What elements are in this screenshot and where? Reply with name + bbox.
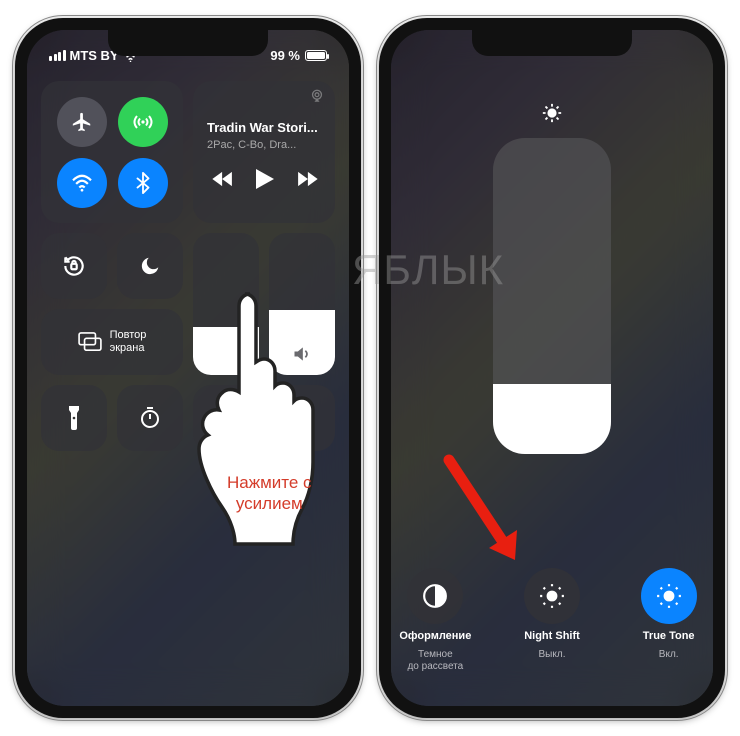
brightness-slider[interactable] — [193, 233, 259, 375]
flashlight-icon — [67, 406, 81, 430]
cc-grid: Tradin War Stori... 2Pac, C-Bo, Dra... — [27, 69, 349, 463]
truetone-label: True Tone — [643, 630, 695, 643]
orientation-lock-toggle[interactable] — [41, 233, 107, 299]
press-hint: Нажмите сусилием — [227, 472, 312, 515]
notch — [472, 30, 632, 56]
bluetooth-toggle[interactable] — [118, 158, 168, 208]
mirror-line2: экрана — [110, 342, 147, 355]
camera-button[interactable] — [269, 385, 335, 451]
display-options: Оформление Темноедо рассвета Night Shift… — [391, 568, 713, 672]
airplane-icon — [71, 111, 93, 133]
calculator-button[interactable] — [193, 385, 259, 451]
next-track-icon[interactable] — [296, 171, 318, 187]
music-subtitle: 2Pac, C-Bo, Dra... — [207, 139, 323, 151]
sun-icon — [541, 102, 563, 124]
dnd-toggle[interactable] — [117, 233, 183, 299]
rotation-lock-icon — [61, 253, 87, 279]
mirror-icon — [78, 332, 102, 352]
calculator-icon — [217, 406, 235, 430]
prev-track-icon[interactable] — [212, 171, 234, 187]
camera-icon — [289, 408, 315, 428]
connectivity-module — [41, 81, 183, 223]
truetone-icon — [656, 583, 682, 609]
volume-slider[interactable] — [269, 233, 335, 375]
cellular-toggle[interactable] — [118, 97, 168, 147]
screen-mirroring-button[interactable]: Повтор экрана — [41, 309, 183, 375]
control-center: MTS BY 99 % — [27, 30, 349, 706]
notch — [108, 30, 268, 56]
right-screen: Оформление Темноедо рассвета Night Shift… — [391, 30, 713, 706]
music-module[interactable]: Tradin War Stori... 2Pac, C-Bo, Dra... — [193, 81, 335, 223]
music-title: Tradin War Stori... — [207, 120, 323, 135]
volume-icon — [292, 345, 312, 363]
red-arrow-icon — [439, 454, 529, 574]
battery-pct: 99 % — [270, 48, 300, 63]
left-screen: MTS BY 99 % — [27, 30, 349, 706]
airplane-toggle[interactable] — [57, 97, 107, 147]
wifi-icon — [71, 174, 93, 192]
nightshift-sub: Выкл. — [539, 649, 566, 661]
appearance-sub: Темноедо рассвета — [407, 649, 463, 672]
phones-row: MTS BY 99 % — [0, 0, 740, 736]
nightshift-label: Night Shift — [524, 630, 580, 643]
truetone-toggle[interactable] — [641, 568, 697, 624]
brightness-detail: Оформление Темноедо рассвета Night Shift… — [391, 30, 713, 706]
brightness-big-slider[interactable] — [493, 138, 611, 454]
play-icon[interactable] — [256, 169, 274, 189]
moon-icon — [139, 255, 161, 277]
right-phone: Оформление Темноедо рассвета Night Shift… — [379, 18, 725, 718]
timer-icon — [138, 406, 162, 430]
signal-bars-icon — [49, 50, 66, 61]
appearance-label: Оформление — [399, 630, 471, 643]
left-phone: MTS BY 99 % — [15, 18, 361, 718]
mirror-line1: Повтор — [110, 329, 147, 342]
wifi-toggle[interactable] — [57, 158, 107, 208]
nightshift-toggle[interactable] — [524, 568, 580, 624]
timer-button[interactable] — [117, 385, 183, 451]
nightshift-icon — [539, 583, 565, 609]
battery-icon — [305, 50, 327, 61]
truetone-sub: Вкл. — [659, 649, 679, 661]
appearance-icon — [422, 583, 448, 609]
bluetooth-icon — [136, 172, 150, 194]
flashlight-button[interactable] — [41, 385, 107, 451]
cellular-icon — [131, 110, 155, 134]
appearance-toggle[interactable] — [407, 568, 463, 624]
airplay-icon — [309, 89, 325, 103]
